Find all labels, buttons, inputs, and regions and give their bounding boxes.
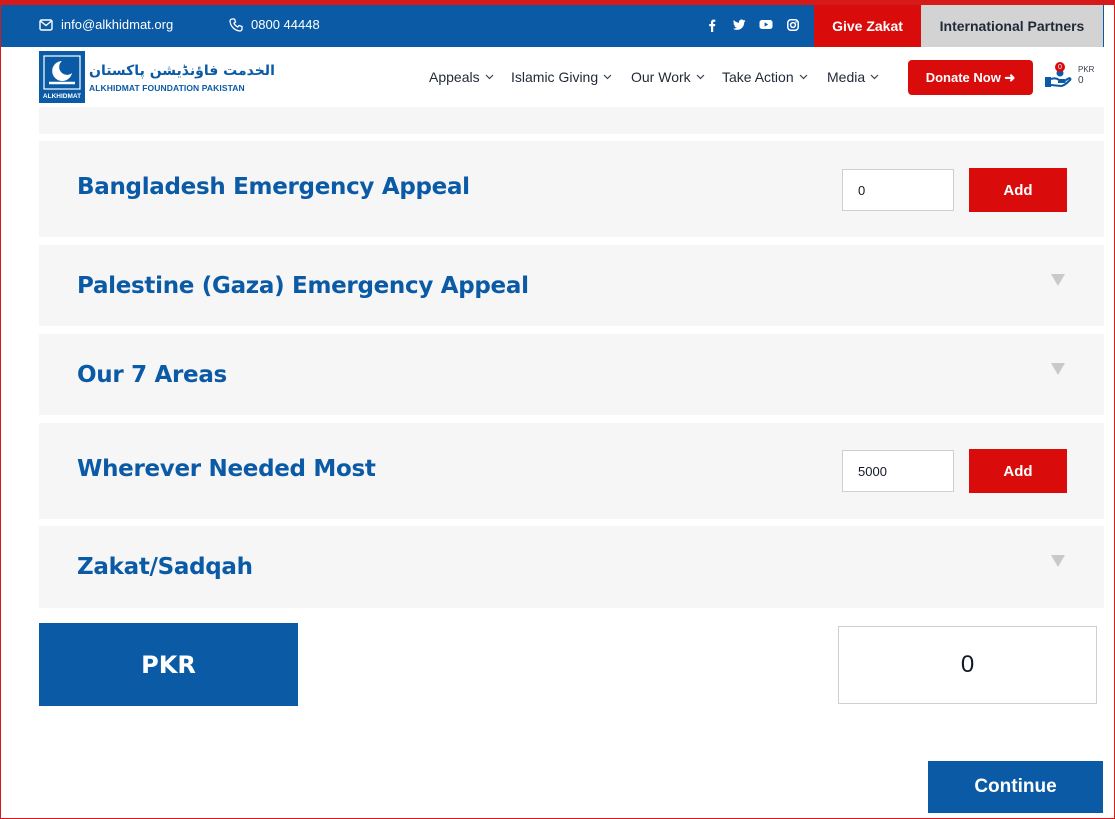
accordion-panel-zakat-sadqah[interactable]: Zakat/Sadqah bbox=[39, 526, 1104, 608]
phone-icon bbox=[229, 17, 243, 32]
panel-title: Our 7 Areas bbox=[77, 362, 227, 388]
accordion-panel-our-7-areas[interactable]: Our 7 Areas bbox=[39, 334, 1104, 415]
facebook-icon[interactable] bbox=[708, 19, 716, 32]
logo-mark-icon: ALKHIDMAT bbox=[43, 55, 81, 100]
give-zakat-button[interactable]: Give Zakat bbox=[814, 5, 921, 47]
scrollbar-edge bbox=[1104, 5, 1114, 51]
mail-icon bbox=[39, 18, 53, 31]
panel-title: Wherever Needed Most bbox=[77, 456, 376, 482]
international-partners-button[interactable]: International Partners bbox=[921, 5, 1103, 47]
continue-button[interactable]: Continue bbox=[928, 761, 1103, 813]
amount-input[interactable] bbox=[842, 169, 954, 211]
nav-islamic-giving[interactable]: Islamic Giving bbox=[511, 69, 612, 85]
chevron-down-icon bbox=[870, 74, 879, 80]
chevron-down-icon bbox=[603, 74, 612, 80]
caret-down-icon[interactable] bbox=[1051, 274, 1065, 286]
email-link[interactable]: info@alkhidmat.org bbox=[39, 17, 173, 32]
logo-urdu-text: الخدمت فاؤنڈیشن پاکستان bbox=[89, 63, 275, 79]
chevron-down-icon bbox=[799, 74, 808, 80]
accordion-panel-wherever-needed-most[interactable]: Wherever Needed Most Add bbox=[39, 423, 1104, 519]
chevron-down-icon bbox=[696, 74, 705, 80]
currency-label-box: PKR bbox=[39, 623, 298, 706]
main-header: ALKHIDMAT الخدمت فاؤنڈیشن پاکستان ALKHID… bbox=[1, 47, 1114, 107]
cart-amount: 0 bbox=[1078, 75, 1084, 86]
nav-media-label: Media bbox=[827, 69, 866, 85]
panel-title: Palestine (Gaza) Emergency Appeal bbox=[77, 273, 529, 299]
logo[interactable]: ALKHIDMAT bbox=[39, 51, 85, 103]
caret-down-icon[interactable] bbox=[1051, 555, 1065, 567]
nav-our-work[interactable]: Our Work bbox=[631, 69, 705, 85]
total-amount-field[interactable]: 0 bbox=[838, 626, 1097, 704]
nav-take-action-label: Take Action bbox=[722, 69, 794, 85]
nav-appeals[interactable]: Appeals bbox=[429, 69, 494, 85]
logo-box-text: ALKHIDMAT bbox=[43, 93, 81, 100]
cart-currency: PKR bbox=[1078, 65, 1095, 74]
add-button[interactable]: Add bbox=[969, 449, 1067, 493]
phone-link[interactable]: 0800 44448 bbox=[229, 17, 320, 32]
caret-down-icon[interactable] bbox=[1051, 363, 1065, 375]
accordion-panel-palestine[interactable]: Palestine (Gaza) Emergency Appeal bbox=[39, 245, 1104, 326]
nav-islamic-giving-label: Islamic Giving bbox=[511, 69, 599, 85]
amount-input[interactable] bbox=[842, 450, 954, 492]
nav-media[interactable]: Media bbox=[827, 69, 879, 85]
instagram-icon[interactable] bbox=[787, 19, 799, 31]
nav-take-action[interactable]: Take Action bbox=[722, 69, 808, 85]
panel-title: Bangladesh Emergency Appeal bbox=[77, 174, 470, 200]
top-bar: info@alkhidmat.org 0800 44448 Give Zakat… bbox=[1, 1, 1114, 51]
add-button[interactable]: Add bbox=[969, 168, 1067, 212]
panel-title: Zakat/Sadqah bbox=[77, 554, 253, 580]
accordion-panel-bangladesh[interactable]: Bangladesh Emergency Appeal Add bbox=[39, 141, 1104, 237]
nav-appeals-label: Appeals bbox=[429, 69, 480, 85]
twitter-icon[interactable] bbox=[733, 19, 746, 31]
cart-count-badge: 0 bbox=[1055, 62, 1065, 72]
email-text: info@alkhidmat.org bbox=[61, 17, 174, 32]
nav-our-work-label: Our Work bbox=[631, 69, 691, 85]
phone-text: 0800 44448 bbox=[251, 17, 320, 32]
chevron-down-icon bbox=[485, 74, 494, 80]
accordion-panel-partial bbox=[39, 107, 1104, 134]
youtube-icon[interactable] bbox=[759, 19, 773, 30]
logo-english-text: ALKHIDMAT FOUNDATION PAKISTAN bbox=[89, 83, 245, 93]
donate-now-button[interactable]: Donate Now ➜ bbox=[908, 60, 1033, 95]
